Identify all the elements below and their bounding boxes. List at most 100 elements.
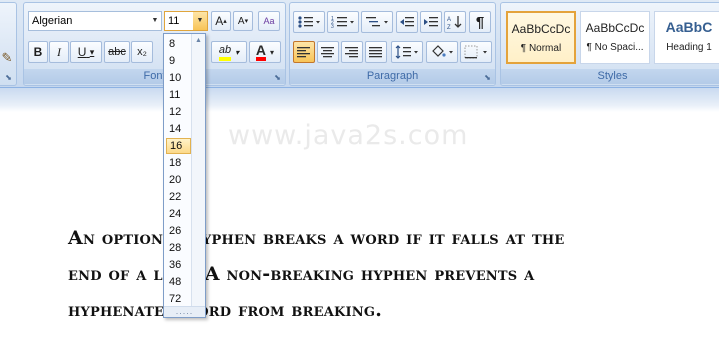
clipboard-launcher-icon[interactable]: ⬊ [4, 73, 13, 82]
font-size-option[interactable]: 48 [166, 274, 191, 290]
font-group: Algerian ▼ 11 ▼ A ▴ A ▾ Aa B I U ▾ abc x₂ … [23, 2, 286, 86]
font-size-value: 11 [168, 15, 180, 27]
style-heading-1-name: Heading 1 [666, 42, 712, 53]
multilevel-list-icon [366, 17, 388, 27]
chevron-down-icon[interactable]: ▼ [149, 12, 161, 30]
highlight-button[interactable]: ab ▾ [211, 41, 247, 63]
decrease-indent-button[interactable] [396, 11, 418, 33]
align-left-icon [297, 47, 310, 58]
grow-font-icon: A [215, 14, 224, 28]
bold-icon: B [33, 45, 43, 59]
paint-bucket-icon [432, 45, 453, 57]
underline-button[interactable]: U ▾ [70, 41, 102, 63]
style-no-spacing[interactable]: AaBbCcDc ¶ No Spaci... [580, 11, 650, 64]
font-group-label: Font [24, 69, 285, 84]
font-size-option[interactable]: 20 [166, 172, 191, 188]
underline-icon: U [77, 45, 87, 59]
align-left-button[interactable] [293, 41, 315, 63]
strikethrough-icon: abc [108, 46, 126, 58]
font-size-option[interactable]: 18 [166, 155, 191, 171]
paragraph-dialog-launcher-icon[interactable]: ⬊ [483, 73, 492, 82]
chevron-down-icon[interactable]: ▾ [235, 48, 239, 57]
paragraph-group: 123 AZ ¶ Paragraph ⬊ [289, 2, 496, 86]
resize-grip[interactable]: ..... [164, 306, 205, 317]
strikethrough-button[interactable]: abc [104, 41, 130, 63]
clear-formatting-icon: Aa [263, 16, 275, 26]
style-no-spacing-sample: AaBbCcDc [585, 21, 645, 35]
style-normal[interactable]: AaBbCcDc ¶ Normal [506, 11, 576, 64]
dropdown-scrollbar[interactable]: ▲ [191, 34, 205, 317]
clipboard-group: ✎ ⬊ [0, 2, 17, 86]
font-color-icon: A [255, 43, 267, 61]
align-center-icon [321, 47, 334, 58]
font-color-button[interactable]: A ▾ [249, 41, 281, 63]
borders-icon [464, 45, 487, 59]
shading-button[interactable] [426, 41, 458, 63]
chevron-down-icon[interactable]: ▾ [90, 47, 95, 58]
style-normal-sample: AaBbCcDc [511, 22, 571, 36]
style-heading-1-sample: AaBbC [665, 19, 713, 35]
numbering-button[interactable]: 123 [327, 11, 359, 33]
font-size-option[interactable]: 9 [166, 53, 191, 69]
ribbon-shadow [0, 88, 719, 112]
paragraph-group-label: Paragraph [290, 69, 495, 84]
font-size-option[interactable]: 24 [166, 206, 191, 222]
bullets-icon [298, 16, 320, 28]
svg-text:Z: Z [447, 25, 451, 30]
align-right-button[interactable] [341, 41, 363, 63]
increase-indent-button[interactable] [420, 11, 442, 33]
svg-text:3: 3 [331, 24, 334, 29]
styles-group: AaBbCcDc ¶ Normal AaBbCcDc ¶ No Spaci...… [500, 2, 719, 86]
font-dialog-launcher-icon[interactable]: ⬊ [273, 73, 282, 82]
subscript-button[interactable]: x₂ [131, 41, 153, 63]
watermark: www.java2s.com [228, 120, 469, 151]
line-spacing-button[interactable] [391, 41, 423, 63]
align-center-button[interactable] [317, 41, 339, 63]
italic-button[interactable]: I [49, 41, 69, 63]
justify-icon [369, 47, 382, 58]
font-name-combo[interactable]: Algerian ▼ [28, 11, 162, 31]
chevron-up-icon[interactable]: ▲ [195, 37, 202, 44]
style-normal-name: ¶ Normal [520, 43, 562, 54]
style-heading-1[interactable]: AaBbC Heading 1 [654, 11, 719, 64]
show-hide-marks-button[interactable]: ¶ [469, 11, 491, 33]
font-size-option[interactable]: 12 [166, 104, 191, 120]
shrink-font-icon: A [237, 15, 245, 27]
multilevel-list-button[interactable] [361, 11, 393, 33]
clear-formatting-button[interactable]: Aa [258, 11, 280, 31]
borders-button[interactable] [460, 41, 492, 63]
font-size-option[interactable]: 72 [166, 291, 191, 307]
chevron-down-icon[interactable]: ▾ [270, 48, 274, 57]
font-size-option[interactable]: 14 [166, 121, 191, 137]
format-painter-icon[interactable]: ✎ [0, 49, 15, 67]
font-size-dropdown: 8 9 10 11 12 14 16 18 20 22 24 26 28 36 … [163, 33, 206, 318]
chevron-down-icon[interactable]: ▼ [193, 12, 207, 30]
numbering-icon: 123 [331, 16, 354, 29]
align-right-icon [345, 47, 358, 58]
pilcrow-icon: ¶ [475, 13, 485, 31]
bold-button[interactable]: B [28, 41, 48, 63]
decrease-indent-icon [400, 17, 414, 27]
italic-icon: I [57, 44, 61, 59]
sort-button[interactable]: AZ [444, 11, 466, 33]
shrink-font-button[interactable]: A ▾ [233, 11, 253, 31]
font-size-option[interactable]: 36 [166, 257, 191, 273]
styles-group-label: Styles [501, 69, 719, 84]
increase-indent-icon [424, 17, 438, 27]
word-window: { "font": { "font_name": "Algerian", "fo… [0, 0, 719, 338]
style-no-spacing-name: ¶ No Spaci... [586, 42, 644, 53]
font-size-option[interactable]: 11 [166, 87, 191, 103]
font-size-option[interactable]: 22 [166, 189, 191, 205]
font-size-option-selected[interactable]: 16 [166, 138, 191, 154]
font-size-option[interactable]: 10 [166, 70, 191, 86]
highlighter-icon: ab [218, 44, 232, 61]
font-size-option[interactable]: 28 [166, 240, 191, 256]
sort-icon: AZ [447, 16, 462, 30]
font-size-option[interactable]: 26 [166, 223, 191, 239]
grow-font-button[interactable]: A ▴ [211, 11, 231, 31]
font-size-combo[interactable]: 11 ▼ [164, 11, 208, 31]
bullets-button[interactable] [293, 11, 325, 33]
justify-button[interactable] [365, 41, 387, 63]
subscript-icon: x₂ [137, 46, 147, 58]
font-size-option[interactable]: 8 [166, 36, 191, 52]
